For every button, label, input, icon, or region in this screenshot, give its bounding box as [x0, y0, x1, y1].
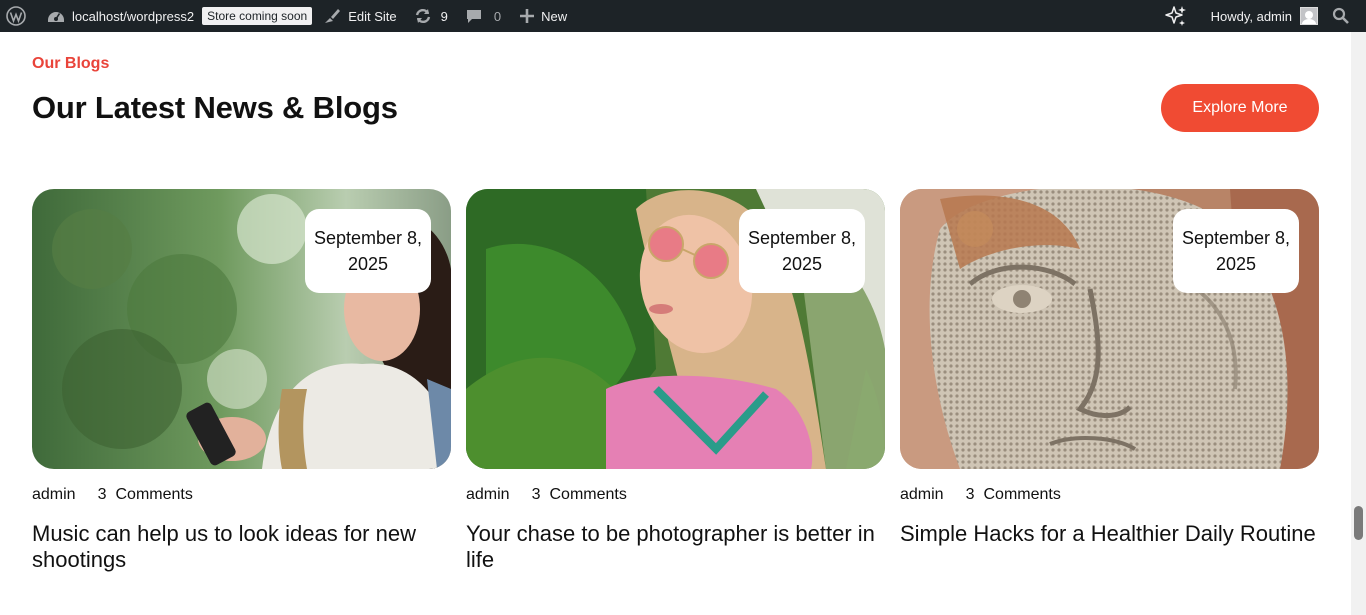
edit-site-link[interactable]: Edit Site [316, 0, 404, 32]
post-comments-count: 3 [965, 486, 975, 503]
wordpress-logo-icon [6, 6, 26, 26]
post-comments-label: Comments [115, 486, 193, 503]
post-comments-label: Comments [983, 486, 1061, 503]
avatar [1300, 7, 1318, 25]
edit-site-label: Edit Site [348, 8, 397, 24]
post-author-link[interactable]: admin [466, 486, 510, 504]
dashboard-icon [48, 12, 64, 22]
post-comments-link[interactable]: 3 Comments [966, 486, 1061, 504]
post-date-badge: September 8, 2025 [305, 209, 431, 293]
post-date-line1: September 8, [747, 228, 857, 248]
explore-more-button[interactable]: Explore More [1161, 84, 1319, 132]
wordpress-logo-button[interactable] [0, 0, 34, 32]
sparkle-icon [1164, 6, 1186, 26]
site-name-link[interactable]: localhost/wordpress2 [34, 0, 202, 32]
section-heading: Our Latest News & Blogs [32, 90, 398, 125]
store-status-link[interactable]: Store coming soon [202, 0, 316, 32]
site-url: localhost/wordpress2 [72, 8, 195, 24]
blog-card-image[interactable]: September 8, 2025 [900, 189, 1319, 469]
comment-icon [466, 10, 481, 23]
new-label: New [541, 8, 568, 24]
post-date-line2: 2025 [781, 254, 823, 274]
post-comments-count: 3 [531, 486, 541, 503]
post-comments-link[interactable]: 3 Comments [532, 486, 627, 504]
blog-card: September 8, 2025 admin 3 Comments Music … [32, 189, 451, 573]
post-author-link[interactable]: admin [32, 486, 76, 504]
blog-card: September 8, 2025 admin 3 Comments Simple… [900, 189, 1319, 547]
admin-bar: localhost/wordpress2 Store coming soon E… [0, 0, 1366, 32]
section-eyebrow: Our Blogs [32, 55, 110, 72]
post-date-badge: September 8, 2025 [1173, 209, 1299, 293]
post-date-line2: 2025 [347, 254, 389, 274]
post-meta: admin 3 Comments [466, 485, 885, 505]
post-date-line1: September 8, [1181, 228, 1291, 248]
updates-count: 9 [440, 8, 448, 24]
ai-assistant-button[interactable] [1157, 0, 1203, 32]
blog-card: September 8, 2025 admin 3 Comments Your c… [466, 189, 885, 573]
blog-card-image[interactable]: September 8, 2025 [32, 189, 451, 469]
post-title-link[interactable]: Your chase to be photographer is better … [466, 521, 885, 573]
post-meta: admin 3 Comments [32, 485, 451, 505]
post-title-link[interactable]: Music can help us to look ideas for new … [32, 521, 451, 573]
comments-link[interactable]: 0 [456, 0, 509, 32]
howdy-label: Howdy, admin [1210, 8, 1292, 24]
plus-icon [520, 9, 535, 23]
post-date-badge: September 8, 2025 [739, 209, 865, 293]
refresh-icon [415, 8, 430, 24]
post-author-link[interactable]: admin [900, 486, 944, 504]
brush-icon [325, 9, 341, 23]
new-content-link[interactable]: New [509, 0, 575, 32]
post-date-line2: 2025 [1215, 254, 1257, 274]
comments-count: 0 [493, 8, 502, 24]
post-meta: admin 3 Comments [900, 485, 1319, 505]
post-comments-count: 3 [97, 486, 107, 503]
account-menu[interactable]: Howdy, admin [1203, 0, 1330, 32]
store-status-badge: Store coming soon [202, 7, 313, 25]
post-title-link[interactable]: Simple Hacks for a Healthier Daily Routi… [900, 521, 1319, 547]
admin-search-button[interactable] [1330, 0, 1366, 32]
blog-card-image[interactable]: September 8, 2025 [466, 189, 885, 469]
page-scrollbar-thumb[interactable] [1354, 506, 1363, 540]
post-date-line1: September 8, [313, 228, 423, 248]
post-comments-link[interactable]: 3 Comments [98, 486, 193, 504]
search-icon [1332, 7, 1349, 24]
post-comments-label: Comments [549, 486, 627, 503]
updates-link[interactable]: 9 [405, 0, 456, 32]
